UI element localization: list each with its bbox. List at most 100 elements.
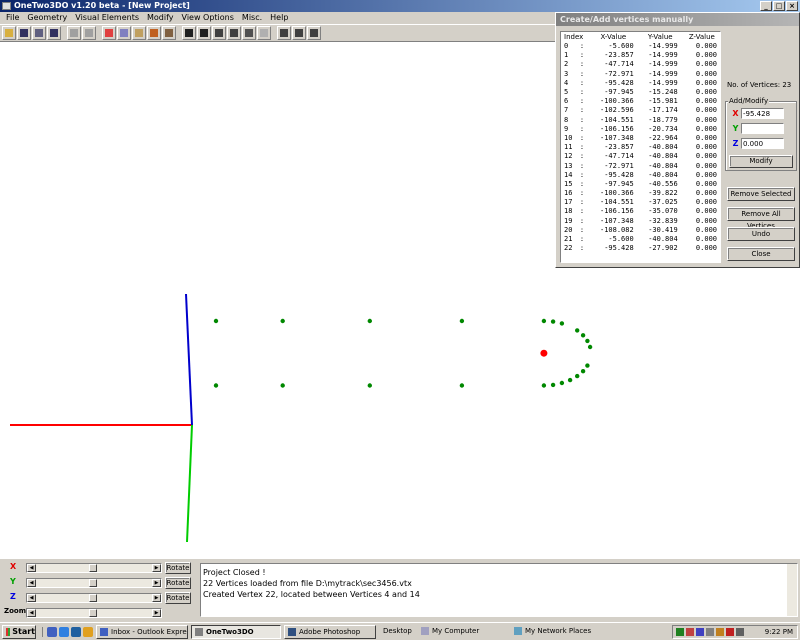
vertex-point[interactable] xyxy=(280,318,285,324)
z-value-input[interactable] xyxy=(741,138,784,149)
x-rotate-button[interactable]: Rotate xyxy=(165,562,191,574)
minimize-button[interactable]: _ xyxy=(760,1,772,11)
tray-icon[interactable] xyxy=(686,628,694,636)
vertex-row[interactable]: 12: -47.714 -40.804 0.000 xyxy=(561,152,720,161)
vertex-row[interactable]: 22: -95.428 -27.902 0.000 xyxy=(561,244,720,253)
redo-icon[interactable] xyxy=(82,26,96,40)
menu-modify[interactable]: Modify xyxy=(143,12,178,24)
save-as-icon[interactable] xyxy=(32,26,46,40)
vertex-row[interactable]: 18: -106.156 -35.070 0.000 xyxy=(561,207,720,216)
z-rotation-slider[interactable]: ◀ ▶ xyxy=(26,593,162,603)
menu-view-options[interactable]: View Options xyxy=(178,12,238,24)
vertex-point[interactable] xyxy=(585,338,590,344)
save-icon[interactable] xyxy=(17,26,31,40)
tray-icon[interactable] xyxy=(696,628,704,636)
x-rotation-slider[interactable]: ◀ ▶ xyxy=(26,563,162,573)
wire-icon[interactable] xyxy=(277,26,291,40)
vertex-row[interactable]: 7: -102.596 -17.174 0.000 xyxy=(561,106,720,115)
close-window-button[interactable]: × xyxy=(786,1,798,11)
vertex-point[interactable] xyxy=(541,318,547,324)
texture-tool-icon[interactable] xyxy=(147,26,161,40)
y-rotate-button[interactable]: Rotate xyxy=(165,577,191,589)
y-slider-thumb[interactable] xyxy=(89,579,97,587)
vertex-point[interactable] xyxy=(213,383,219,388)
vertex-point[interactable] xyxy=(459,318,465,324)
remove-all-vertices-button[interactable]: Remove All Vertices xyxy=(727,207,795,230)
z-rotate-button[interactable]: Rotate xyxy=(165,592,191,604)
vertex-point[interactable] xyxy=(575,328,580,333)
task-onetwo3do[interactable]: OneTwo3DO xyxy=(191,624,281,639)
vertex-tool-icon[interactable] xyxy=(102,26,116,40)
vertex-row[interactable]: 5: -97.945 -15.248 0.000 xyxy=(561,88,720,97)
vertex-point[interactable] xyxy=(585,363,590,368)
move-icon[interactable] xyxy=(182,26,196,40)
tray-icon[interactable] xyxy=(676,628,684,636)
vertex-row[interactable]: 8: -104.551 -18.779 0.000 xyxy=(561,116,720,125)
vertex-point[interactable] xyxy=(550,319,556,324)
vertex-point[interactable] xyxy=(559,380,565,386)
settings-icon[interactable] xyxy=(307,26,321,40)
volume-icon[interactable] xyxy=(736,628,744,636)
menu-help[interactable]: Help xyxy=(266,12,292,24)
x-slider-thumb[interactable] xyxy=(89,564,97,572)
zoom-slider[interactable]: ◀ ▶ xyxy=(26,608,162,618)
vertex-point[interactable] xyxy=(367,383,372,388)
move-both-icon[interactable] xyxy=(197,26,211,40)
outlook-express-icon[interactable] xyxy=(71,626,81,637)
slider-left-arrow-icon[interactable]: ◀ xyxy=(27,609,36,617)
slider-left-arrow-icon[interactable]: ◀ xyxy=(27,579,36,587)
line-tool-icon[interactable] xyxy=(117,26,131,40)
slider-right-arrow-icon[interactable]: ▶ xyxy=(152,579,161,587)
x-value-input[interactable] xyxy=(741,108,784,119)
vertex-row[interactable]: 14: -95.428 -40.804 0.000 xyxy=(561,171,720,180)
slider-left-arrow-icon[interactable]: ◀ xyxy=(27,594,36,602)
slider-right-arrow-icon[interactable]: ▶ xyxy=(152,564,161,572)
task-desktop[interactable]: Desktop xyxy=(379,625,415,639)
save-all-icon[interactable] xyxy=(47,26,61,40)
undo-icon[interactable] xyxy=(67,26,81,40)
vertex-point[interactable] xyxy=(550,382,556,388)
vertex-point[interactable] xyxy=(541,383,547,388)
task-my-network-places[interactable]: My Network Places xyxy=(511,625,601,639)
vertex-row[interactable]: 4: -95.428 -14.999 0.000 xyxy=(561,79,720,88)
vertex-point[interactable] xyxy=(367,318,372,324)
internet-explorer-icon[interactable] xyxy=(59,626,69,637)
vertex-point[interactable] xyxy=(213,318,219,324)
message-log[interactable]: Project Closed ! 22 Vertices loaded from… xyxy=(200,563,798,617)
tray-icon[interactable] xyxy=(726,628,734,636)
media-player-icon[interactable] xyxy=(83,626,93,637)
slider-right-arrow-icon[interactable]: ▶ xyxy=(152,594,161,602)
show-desktop-icon[interactable] xyxy=(47,626,57,637)
vertex-point[interactable] xyxy=(459,383,465,388)
selected-vertex-point[interactable] xyxy=(540,349,548,357)
vertex-point[interactable] xyxy=(575,373,580,379)
log-scrollbar[interactable] xyxy=(787,564,797,616)
vertex-point[interactable] xyxy=(580,333,586,338)
arrow-right-icon[interactable] xyxy=(242,26,256,40)
vertex-point[interactable] xyxy=(280,383,285,388)
menu-file[interactable]: File xyxy=(2,12,23,24)
tray-icon[interactable] xyxy=(716,628,724,636)
undo-button[interactable]: Undo xyxy=(727,227,795,241)
vertex-row[interactable]: 2: -47.714 -14.999 0.000 xyxy=(561,60,720,69)
vertex-list[interactable]: Index X-Value Y-Value Z-Value 0: -5.600 -1… xyxy=(560,31,721,263)
menu-misc[interactable]: Misc. xyxy=(238,12,266,24)
view-icon[interactable] xyxy=(292,26,306,40)
vertex-row[interactable]: 9: -106.156 -20.734 0.000 xyxy=(561,125,720,134)
task-outlook-express[interactable]: Inbox - Outlook Express xyxy=(96,624,188,639)
vertex-row[interactable]: 15: -97.945 -40.556 0.000 xyxy=(561,180,720,189)
vertex-point[interactable] xyxy=(559,321,565,326)
export-icon[interactable] xyxy=(257,26,271,40)
vertex-row[interactable]: 11: -23.857 -40.804 0.000 xyxy=(561,143,720,152)
remove-selected-button[interactable]: Remove Selected xyxy=(727,187,795,201)
vertex-row[interactable]: 3: -72.971 -14.999 0.000 xyxy=(561,70,720,79)
open-icon[interactable] xyxy=(2,26,16,40)
modify-button[interactable]: Modify xyxy=(729,155,793,168)
zoom-slider-thumb[interactable] xyxy=(89,609,97,617)
vertex-row[interactable]: 1: -23.857 -14.999 0.000 xyxy=(561,51,720,60)
vertex-row[interactable]: 19: -107.348 -32.839 0.000 xyxy=(561,217,720,226)
y-value-input[interactable] xyxy=(741,123,784,134)
slider-left-arrow-icon[interactable]: ◀ xyxy=(27,564,36,572)
vertex-row[interactable]: 13: -72.971 -40.804 0.000 xyxy=(561,161,720,170)
menu-geometry[interactable]: Geometry xyxy=(23,12,71,24)
